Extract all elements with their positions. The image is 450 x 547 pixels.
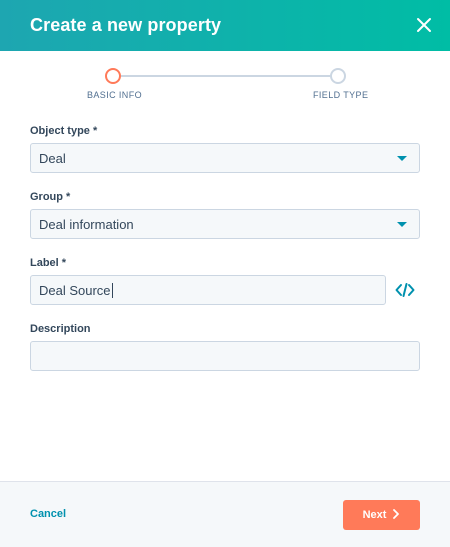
chevron-down-icon [397, 156, 407, 161]
modal-title: Create a new property [30, 15, 222, 35]
stepper-line [121, 75, 331, 77]
progress-stepper: BASIC INFO FIELD TYPE [0, 66, 450, 106]
step-basic-info-dot [105, 68, 121, 84]
chevron-down-icon [397, 222, 407, 227]
close-icon[interactable] [412, 13, 436, 37]
step-basic-info-label: BASIC INFO [87, 90, 143, 100]
code-icon[interactable] [395, 282, 415, 298]
label-input[interactable]: Deal Source [30, 275, 386, 305]
next-button-label: Next [362, 509, 387, 521]
next-button[interactable]: Next [343, 500, 420, 530]
group-label: Group * [30, 191, 71, 203]
step-field-type-label: FIELD TYPE [313, 90, 369, 100]
modal-footer: Cancel Next [0, 481, 450, 547]
group-value: Deal information [39, 216, 134, 232]
modal-header: Create a new property [0, 0, 450, 51]
cancel-button[interactable]: Cancel [30, 508, 66, 520]
object-type-label: Object type * [30, 125, 98, 137]
description-label: Description [30, 323, 91, 335]
step-field-type-dot [330, 68, 346, 84]
object-type-value: Deal [39, 150, 66, 166]
label-field-label: Label * [30, 257, 67, 269]
group-select[interactable]: Deal information [30, 209, 420, 239]
description-input[interactable] [30, 341, 420, 371]
label-input-value: Deal Source [39, 282, 111, 298]
chevron-right-icon [392, 508, 400, 522]
object-type-select[interactable]: Deal [30, 143, 420, 173]
text-cursor [111, 282, 113, 298]
